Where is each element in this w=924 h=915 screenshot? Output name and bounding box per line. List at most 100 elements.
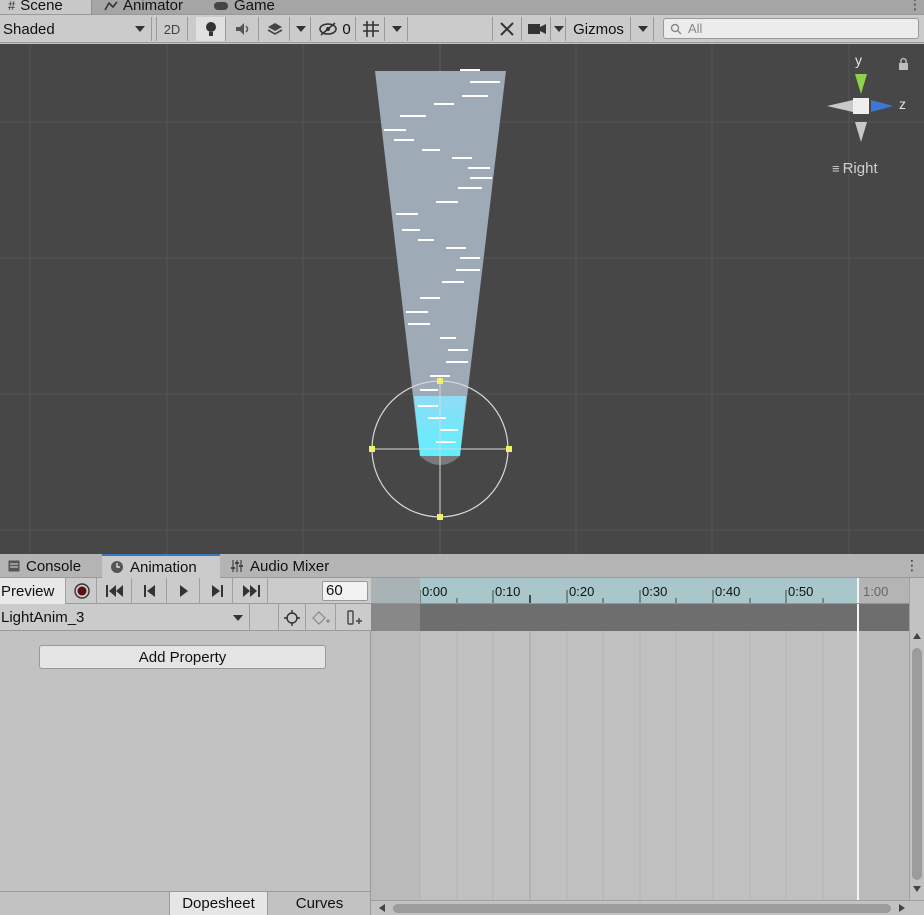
effects-toggle[interactable] [260,17,290,41]
scroll-thumb[interactable] [912,648,922,880]
skip-to-start-icon [105,585,124,597]
add-property-button[interactable]: Add Property [39,645,326,669]
grid-toggle[interactable] [357,17,385,41]
tick-label: 0:30 [642,584,668,599]
scene-canvas [0,44,924,554]
tab-animator-label: Animator [123,0,184,14]
preview-button[interactable]: Preview [0,578,66,604]
skip-to-end-icon [242,585,260,597]
prev-keyframe-button[interactable] [133,578,167,604]
orientation-gizmo [827,74,893,142]
sample-rate-field[interactable]: 60 [322,581,368,601]
kebab-menu-icon[interactable]: ⋮ [905,557,919,574]
tab-animation-label: Animation [130,558,197,576]
camera-dropdown[interactable] [552,17,566,41]
step-back-icon [143,585,156,597]
view-orientation-label[interactable]: ≡ Right [832,160,878,177]
ruler-ticks [419,590,860,603]
scroll-thumb-h[interactable] [393,904,891,913]
toggle-2d-label: 2D [163,21,181,37]
scene-visibility-toggle[interactable]: 0 [314,17,356,41]
record-icon [73,583,90,599]
timeline-ruler[interactable]: 0:00 0:10 0:20 0:30 0:40 0:50 1:00 [371,578,909,604]
camera-toggle[interactable] [523,17,551,41]
mixer-icon [230,559,244,573]
crosshair-icon [284,609,300,626]
tab-animator[interactable]: Animator [96,0,196,14]
bottom-tab-bar: Console Animation Audio Mixer ⋮ [0,554,924,578]
audio-toggle[interactable] [227,17,259,41]
tick-label: 0:10 [495,584,521,599]
clip-selector-row: LightAnim_3 [0,604,371,631]
gamepad-icon [213,0,229,11]
add-keyframe-button[interactable] [306,604,336,631]
clip-dropdown[interactable]: LightAnim_3 [0,604,250,631]
draw-mode-dropdown[interactable]: Shaded [0,17,152,41]
tab-scene[interactable]: # Scene [0,0,92,14]
console-icon [8,560,20,572]
curves-tab[interactable]: Curves [268,892,371,915]
dopesheet-tab[interactable]: Dopesheet [169,892,268,915]
summary-pre-area [371,604,420,631]
tick-label: 0:20 [569,584,595,599]
kebab-menu-icon[interactable]: ⋮ [908,0,922,13]
tab-console[interactable]: Console [0,554,100,578]
scene-viewport[interactable]: y z ≡ Right [0,44,924,554]
gizmos-label: Gizmos [573,20,624,38]
add-event-button[interactable] [336,604,371,631]
axis-z-label: z [899,96,906,112]
scroll-down-icon[interactable] [913,886,921,892]
clip-name: LightAnim_3 [1,609,85,626]
chevron-down-icon [553,26,564,32]
last-keyframe-button[interactable] [234,578,268,604]
dopesheet-area[interactable] [371,631,909,900]
scroll-up-icon[interactable] [913,633,921,639]
toggle-2d-button[interactable]: 2D [156,17,188,41]
property-list-panel: Add Property [0,631,371,891]
draw-mode-label: Shaded [3,20,55,38]
tab-game[interactable]: Game [205,0,295,14]
timeline-summary-row [371,604,909,631]
tools-toggle[interactable] [492,17,522,41]
view-mode-bar: Dopesheet Curves [0,891,371,915]
tick-label: 0:50 [788,584,814,599]
playback-toolbar: Preview 60 [0,578,371,604]
grid-dropdown[interactable] [386,17,408,41]
event-plus-icon [344,609,364,626]
step-forward-icon [211,585,223,597]
tick-label: 1:00 [863,584,889,599]
first-keyframe-button[interactable] [98,578,132,604]
tick-label: 0:40 [715,584,741,599]
scroll-left-icon[interactable] [379,904,385,912]
tab-audio-mixer[interactable]: Audio Mixer [222,554,346,578]
tab-scene-label: Scene [20,0,63,14]
diamond-plus-icon [311,610,331,626]
vertical-scrollbar[interactable] [909,578,924,900]
hidden-count: 0 [342,20,351,38]
lock-icon [899,57,908,70]
tab-animation[interactable]: Animation [102,554,220,578]
chevron-down-icon [295,26,306,32]
tab-console-label: Console [26,557,82,575]
clock-icon [110,560,124,574]
lighting-toggle[interactable] [196,17,226,41]
gizmos-button[interactable]: Gizmos [567,17,631,41]
horizontal-scrollbar[interactable] [371,900,924,915]
filter-selection-button[interactable] [278,604,306,631]
grid-icon: # [8,0,16,13]
eye-hidden-icon [318,22,338,36]
clip-end-marker [857,578,859,603]
gizmos-dropdown[interactable] [632,17,654,41]
tick-label: 0:00 [422,584,448,599]
lightbulb-icon [205,21,217,37]
effects-dropdown[interactable] [291,17,311,41]
window-tab-bar: # Scene Animator Game ⋮ [0,0,924,15]
tools-icon [499,21,515,37]
scroll-right-icon[interactable] [899,904,905,912]
next-keyframe-button[interactable] [201,578,233,604]
play-button[interactable] [168,578,200,604]
search-input[interactable]: All [663,18,919,39]
layers-icon [266,21,284,37]
hamburger-icon: ≡ [832,161,840,176]
record-button[interactable] [67,578,97,604]
